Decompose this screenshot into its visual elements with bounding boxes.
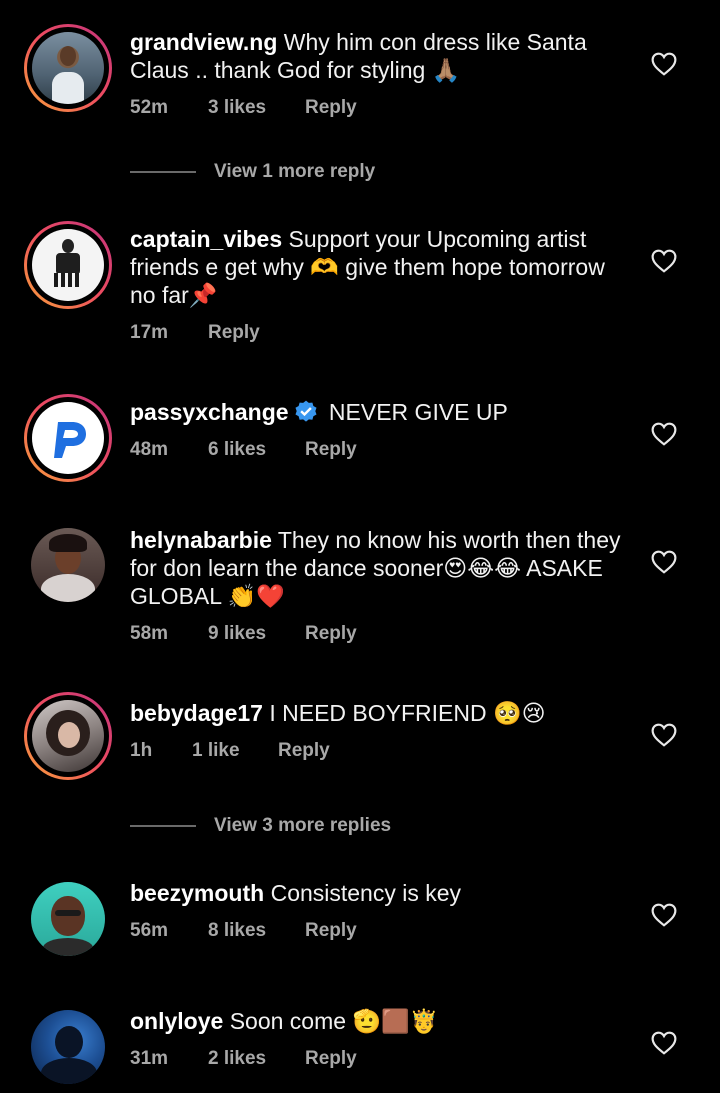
comment-likes[interactable]: 6 likes — [208, 439, 305, 461]
comment-meta: 31m 2 likes Reply — [130, 1048, 357, 1070]
comment-username[interactable]: beezymouth — [130, 880, 264, 906]
comment-time: 31m — [130, 1048, 169, 1069]
comment-time: 58m — [130, 623, 169, 644]
avatar — [32, 700, 104, 772]
comment-text-block: passyxchange NEVER GIVE UP — [130, 398, 630, 426]
comment-time: 17m — [130, 322, 169, 343]
comment-meta: 17m Reply — [130, 322, 260, 344]
avatar — [32, 32, 104, 104]
avatar-story-ring[interactable] — [24, 394, 112, 482]
comment-likes[interactable]: 8 likes — [208, 920, 305, 942]
comment-likes[interactable]: 1 like — [192, 740, 278, 762]
avatar — [31, 882, 105, 956]
heart-outline-icon[interactable] — [651, 903, 677, 927]
view-replies-label: View 1 more reply — [214, 161, 376, 182]
reply-button[interactable]: Reply — [305, 1048, 357, 1070]
reply-button[interactable]: Reply — [278, 740, 330, 762]
comment-body: Consistency is key — [264, 880, 462, 906]
comment-meta: 52m 3 likes Reply — [130, 97, 357, 119]
verified-badge-icon — [295, 400, 317, 422]
comment-username[interactable]: passyxchange — [130, 399, 289, 425]
avatar — [32, 402, 104, 474]
comment-username[interactable]: bebydage17 — [130, 700, 263, 726]
avatar-story-ring[interactable] — [24, 692, 112, 780]
reply-button[interactable]: Reply — [305, 623, 357, 645]
avatar-wrapper[interactable] — [31, 882, 105, 956]
comment-meta: 56m 8 likes Reply — [130, 920, 357, 942]
avatar — [31, 1010, 105, 1084]
heart-outline-icon[interactable] — [651, 1031, 677, 1055]
reply-button[interactable]: Reply — [208, 322, 260, 344]
heart-outline-icon[interactable] — [651, 422, 677, 446]
comment-time: 56m — [130, 920, 169, 941]
avatar — [32, 229, 104, 301]
view-more-replies[interactable]: View 1 more reply — [130, 157, 375, 187]
heart-outline-icon[interactable] — [651, 723, 677, 747]
comment-meta: 48m 6 likes Reply — [130, 439, 357, 461]
avatar-wrapper[interactable] — [31, 528, 105, 602]
avatar-wrapper[interactable] — [31, 1010, 105, 1084]
comment-text-block: grandview.ng Why him con dress like Sant… — [130, 28, 630, 84]
avatar — [31, 528, 105, 602]
view-more-replies[interactable]: View 3 more replies — [130, 811, 391, 841]
reply-divider — [130, 171, 196, 173]
comment-likes[interactable]: 3 likes — [208, 97, 305, 119]
heart-outline-icon[interactable] — [651, 249, 677, 273]
avatar-story-ring[interactable] — [24, 24, 112, 112]
comment-text-block: captain_vibes Support your Upcoming arti… — [130, 225, 630, 309]
reply-button[interactable]: Reply — [305, 97, 357, 119]
comment-body: NEVER GIVE UP — [322, 399, 508, 425]
comment-username[interactable]: onlyloye — [130, 1008, 223, 1034]
comment-text-block: beezymouth Consistency is key — [130, 879, 630, 907]
avatar-story-ring[interactable] — [24, 221, 112, 309]
brand-logo-p — [54, 422, 86, 458]
view-replies-label: View 3 more replies — [214, 815, 392, 836]
comment-username[interactable]: helynabarbie — [130, 527, 272, 553]
comment-meta: 58m 9 likes Reply — [130, 623, 357, 645]
heart-outline-icon[interactable] — [651, 52, 677, 76]
comment-body: Soon come 🫡🟫🤴 — [223, 1008, 439, 1034]
reply-button[interactable]: Reply — [305, 920, 357, 942]
comment-username[interactable]: grandview.ng — [130, 29, 277, 55]
comment-time: 52m — [130, 97, 169, 118]
comment-text-block: bebydage17 I NEED BOYFRIEND 🥺😢 — [130, 699, 630, 727]
heart-outline-icon[interactable] — [651, 550, 677, 574]
reply-divider — [130, 825, 196, 827]
comment-meta: 1h 1 like Reply — [130, 740, 330, 762]
comment-likes[interactable]: 9 likes — [208, 623, 305, 645]
comment-time: 48m — [130, 439, 169, 460]
comment-time: 1h — [130, 740, 153, 761]
comment-text-block: onlyloye Soon come 🫡🟫🤴 — [130, 1007, 630, 1035]
comment-username[interactable]: captain_vibes — [130, 226, 282, 252]
comment-likes[interactable]: 2 likes — [208, 1048, 305, 1070]
comment-body: I NEED BOYFRIEND 🥺😢 — [262, 700, 546, 726]
comment-text-block: helynabarbie They no know his worth then… — [130, 526, 630, 610]
reply-button[interactable]: Reply — [305, 439, 357, 461]
